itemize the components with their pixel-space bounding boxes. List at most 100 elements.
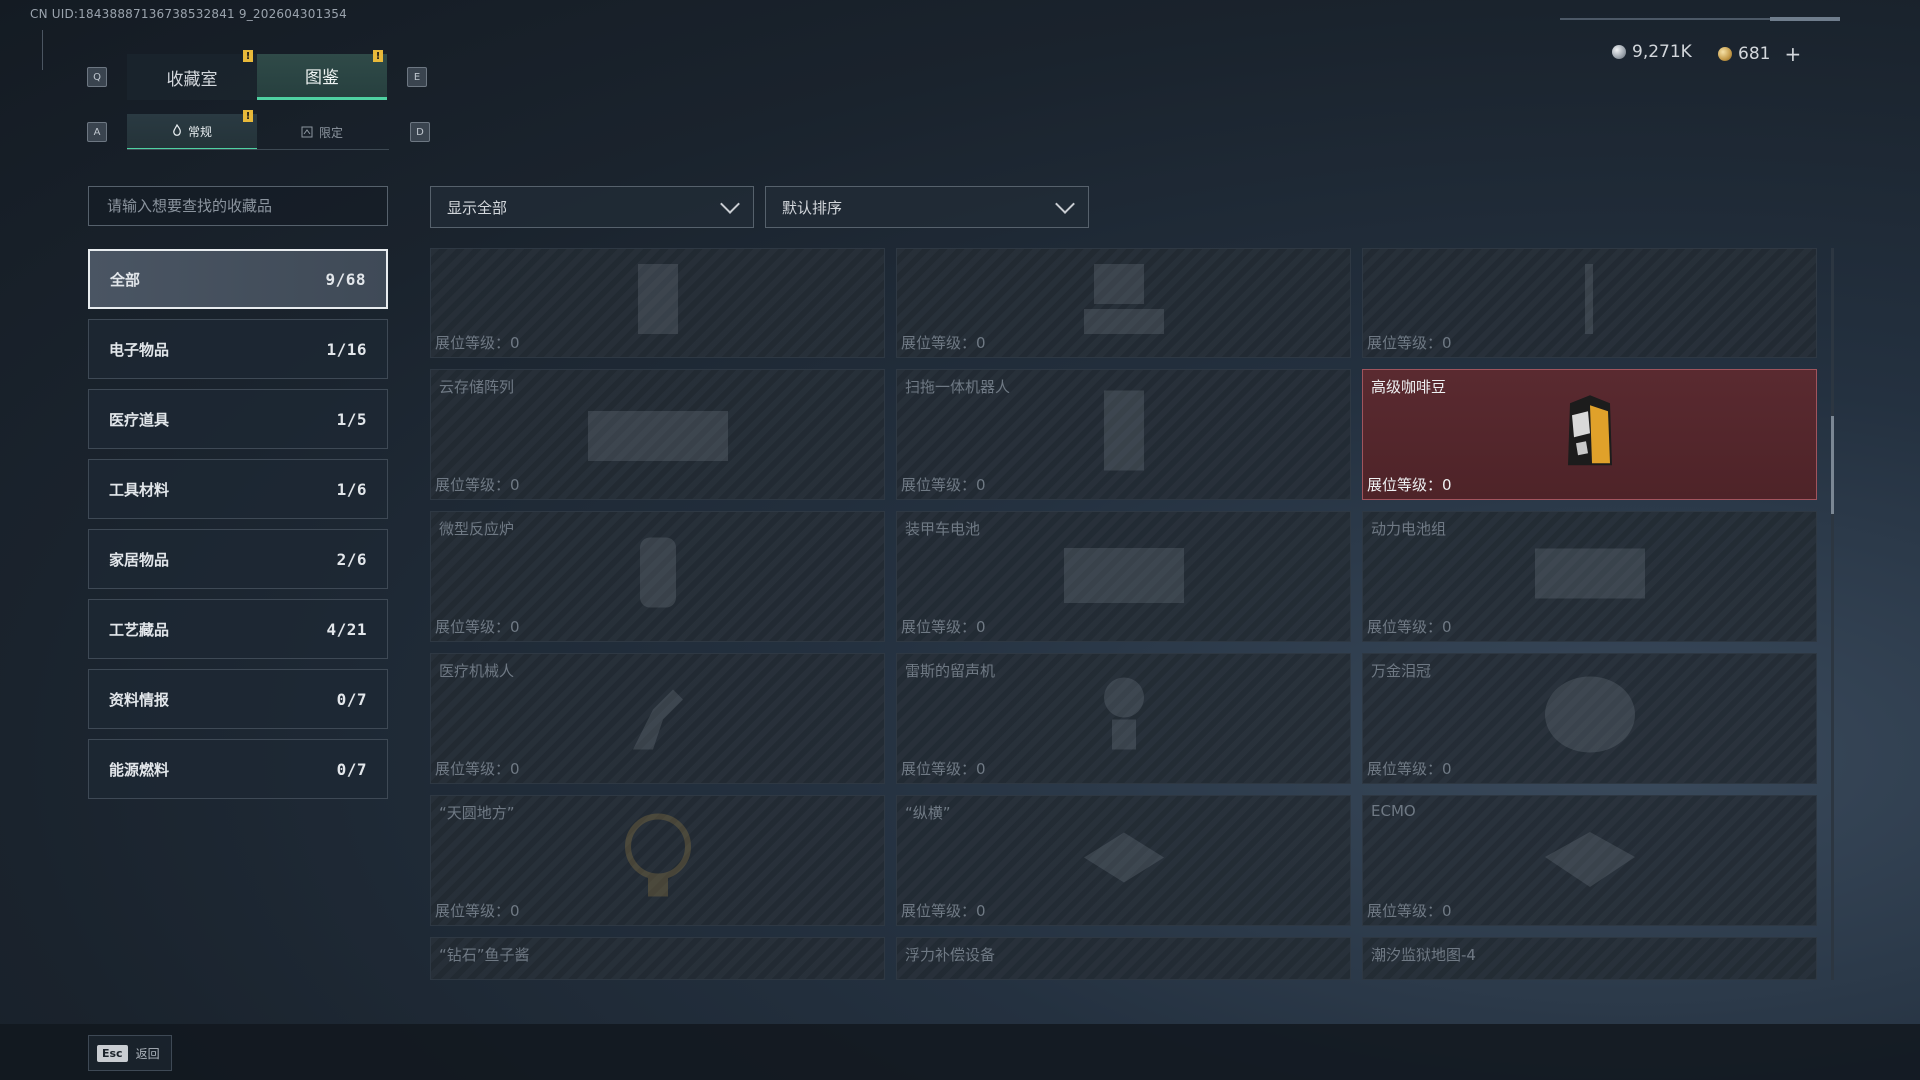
tab-codex[interactable]: 图鉴 xyxy=(257,54,387,100)
item-card[interactable]: “纵横” 展位等级：0 xyxy=(896,795,1351,926)
crown-icon xyxy=(1544,676,1635,752)
category-electronics[interactable]: 电子物品 1/16 xyxy=(88,319,388,379)
side-decoration xyxy=(42,30,53,70)
grid-scrollbar[interactable] xyxy=(1831,248,1834,980)
item-level: 展位等级：0 xyxy=(901,332,986,353)
level-value: 0 xyxy=(1442,476,1452,494)
item-name: ECMO xyxy=(1371,802,1416,820)
item-card[interactable]: 云存储阵列 展位等级：0 xyxy=(430,369,885,500)
sort-value: 默认排序 xyxy=(782,198,843,217)
category-tools[interactable]: 工具材料 1/6 xyxy=(88,459,388,519)
category-all[interactable]: 全部 9/68 xyxy=(88,249,388,309)
category-count: 9/68 xyxy=(325,269,366,289)
category-label: 资料情报 xyxy=(109,690,170,709)
gold-amount: 681 xyxy=(1738,44,1771,64)
key-hint-q: Q xyxy=(87,67,107,87)
notification-badge: ! xyxy=(243,50,253,62)
level-prefix: 展位等级： xyxy=(901,476,977,494)
item-card[interactable]: 展位等级：0 xyxy=(430,248,885,358)
battery-pack-icon xyxy=(1534,548,1645,598)
level-value: 0 xyxy=(976,476,986,494)
subtab-regular[interactable]: 常规 xyxy=(127,114,257,150)
item-card[interactable]: 展位等级：0 xyxy=(896,248,1351,358)
tab-label: 图鉴 xyxy=(305,68,339,88)
category-household[interactable]: 家居物品 2/6 xyxy=(88,529,388,589)
top-divider xyxy=(1560,17,1840,21)
item-card[interactable]: 雷斯的留声机 展位等级：0 xyxy=(896,653,1351,784)
medical-robot-icon xyxy=(632,689,683,749)
subtab-limited[interactable]: 限定 xyxy=(257,114,387,150)
level-prefix: 展位等级： xyxy=(1367,618,1443,636)
item-card[interactable]: 浮力补偿设备 xyxy=(896,937,1351,980)
item-name: 浮力补偿设备 xyxy=(905,946,996,964)
item-card[interactable]: ECMO 展位等级：0 xyxy=(1362,795,1817,926)
item-level: 展位等级：0 xyxy=(435,474,520,495)
category-count: 2/6 xyxy=(336,549,367,569)
category-label: 家居物品 xyxy=(109,550,170,569)
item-art-icon xyxy=(1584,264,1593,334)
category-energy[interactable]: 能源燃料 0/7 xyxy=(88,739,388,799)
back-label: 返回 xyxy=(135,1046,160,1061)
level-prefix: 展位等级： xyxy=(1367,476,1443,494)
level-value: 0 xyxy=(976,618,986,636)
category-medical[interactable]: 医疗道具 1/5 xyxy=(88,389,388,449)
tab-collection-room[interactable]: 收藏室 xyxy=(127,54,257,100)
item-card[interactable]: “天圆地方” 展位等级：0 xyxy=(430,795,885,926)
key-hint-d: D xyxy=(410,122,430,142)
level-prefix: 展位等级： xyxy=(435,334,511,352)
phonograph-icon xyxy=(1103,677,1144,749)
item-art-icon xyxy=(1083,264,1164,334)
item-card[interactable]: 扫拖一体机器人 展位等级：0 xyxy=(896,369,1351,500)
item-name: 动力电池组 xyxy=(1371,520,1447,538)
level-prefix: 展位等级： xyxy=(1367,334,1443,352)
item-card[interactable]: “钻石”鱼子酱 xyxy=(430,937,885,980)
item-level: 展位等级：0 xyxy=(901,616,986,637)
item-card[interactable]: 医疗机械人 展位等级：0 xyxy=(430,653,885,784)
item-level: 展位等级：0 xyxy=(1367,900,1452,921)
item-card[interactable]: 展位等级：0 xyxy=(1362,248,1817,358)
level-prefix: 展位等级： xyxy=(435,902,511,920)
category-count: 1/16 xyxy=(326,339,367,359)
collection-grid: 展位等级：0 展位等级：0 展位等级：0 云存储阵列 展位等级：0 扫拖一体机器… xyxy=(430,248,1827,980)
level-prefix: 展位等级： xyxy=(901,760,977,778)
level-value: 0 xyxy=(976,902,986,920)
filter-value: 显示全部 xyxy=(447,198,508,217)
item-level: 展位等级：0 xyxy=(1367,474,1452,495)
item-card[interactable]: 微型反应炉 展位等级：0 xyxy=(430,511,885,642)
add-currency-button[interactable]: + xyxy=(1784,42,1801,66)
item-level: 展位等级：0 xyxy=(435,758,520,779)
back-button[interactable]: Esc 返回 xyxy=(88,1035,172,1071)
silver-coin-icon xyxy=(1612,45,1626,59)
item-card[interactable]: 万金泪冠 展位等级：0 xyxy=(1362,653,1817,784)
chevron-down-icon xyxy=(720,194,740,214)
item-name: “纵横” xyxy=(905,804,951,822)
category-count: 4/21 xyxy=(326,619,367,639)
category-label: 电子物品 xyxy=(109,340,170,359)
category-crafts[interactable]: 工艺藏品 4/21 xyxy=(88,599,388,659)
category-label: 全部 xyxy=(110,270,141,289)
level-prefix: 展位等级： xyxy=(1367,760,1443,778)
scrollbar-thumb[interactable] xyxy=(1831,416,1834,514)
item-level: 展位等级：0 xyxy=(1367,758,1452,779)
item-card[interactable]: 潮汐监狱地图-4 xyxy=(1362,937,1817,980)
level-value: 0 xyxy=(1442,760,1452,778)
item-level: 展位等级：0 xyxy=(901,474,986,495)
item-card[interactable]: 动力电池组 展位等级：0 xyxy=(1362,511,1817,642)
armillary-icon xyxy=(624,813,691,896)
subtab-label: 限定 xyxy=(318,125,343,140)
item-level: 展位等级：0 xyxy=(435,900,520,921)
level-value: 0 xyxy=(510,902,520,920)
item-card-selected[interactable]: 高级咖啡豆 展位等级：0 xyxy=(1362,369,1817,500)
key-hint-e: E xyxy=(407,67,427,87)
search-input[interactable] xyxy=(105,196,371,216)
item-name: 扫拖一体机器人 xyxy=(905,378,1011,396)
sort-dropdown[interactable]: 默认排序 xyxy=(765,186,1089,228)
gold-coin-icon xyxy=(1718,47,1732,61)
filter-dropdown[interactable]: 显示全部 xyxy=(430,186,754,228)
category-label: 工艺藏品 xyxy=(109,620,170,639)
category-label: 医疗道具 xyxy=(109,410,170,429)
item-name: 潮汐监狱地图-4 xyxy=(1371,946,1476,964)
limited-icon xyxy=(301,126,313,138)
item-card[interactable]: 装甲车电池 展位等级：0 xyxy=(896,511,1351,642)
category-intel[interactable]: 资料情报 0/7 xyxy=(88,669,388,729)
